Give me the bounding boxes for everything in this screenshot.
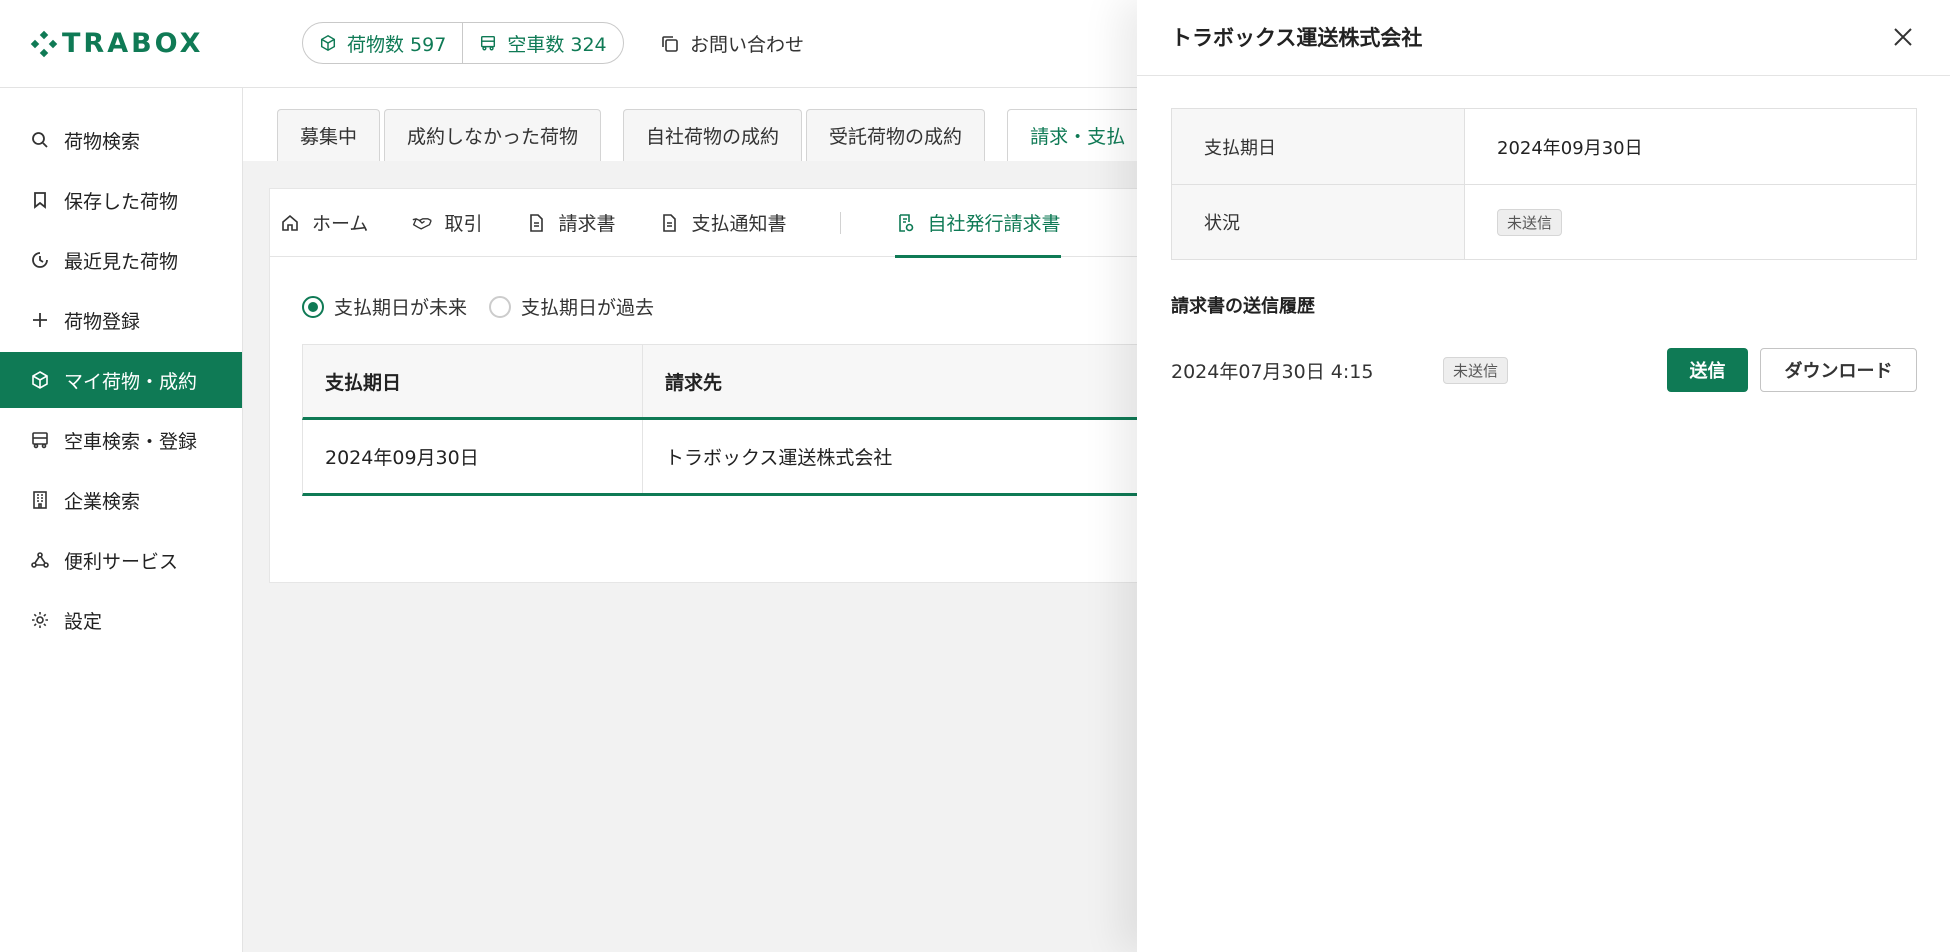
history-datetime: 2024年07月30日 4:15 xyxy=(1171,360,1374,383)
sidebar-item-cargo-register[interactable]: 荷物登録 xyxy=(0,292,242,348)
sidebar-item-label: マイ荷物・成約 xyxy=(64,370,198,393)
sidebar-item-recent-cargo[interactable]: 最近見た荷物 xyxy=(0,232,242,288)
detail-value: 2024年09月30日 xyxy=(1497,137,1643,159)
document-icon xyxy=(530,213,544,232)
cargo-count[interactable]: 荷物数 597 xyxy=(303,23,462,63)
sidebar-item-truck-search[interactable]: 空車検索・登録 xyxy=(0,412,242,468)
radio-label: 支払期日が過去 xyxy=(521,297,655,319)
close-icon[interactable] xyxy=(1890,24,1916,50)
invoice-check-icon xyxy=(899,213,914,232)
drawer-header: トラボックス運送株式会社 xyxy=(1137,0,1950,76)
availability-counts: 荷物数 597 空車数 324 xyxy=(302,22,624,64)
truck-icon xyxy=(481,35,496,51)
tab-own-cargo-contracts[interactable]: 自社荷物の成約 xyxy=(623,109,803,161)
truck-icon xyxy=(32,432,48,449)
status-badge: 未送信 xyxy=(1497,208,1563,236)
sidebar-item-label: 荷物検索 xyxy=(64,130,141,153)
history-item: 2024年07月30日 4:15 未送信 送信 ダウンロード xyxy=(1171,348,1917,392)
building-icon xyxy=(33,491,47,509)
sidebar-item-label: 荷物登録 xyxy=(64,310,141,333)
radio-due-past[interactable]: 支払期日が過去 xyxy=(489,293,654,320)
subnav-divider xyxy=(840,211,842,234)
drawer-title: トラボックス運送株式会社 xyxy=(1171,26,1423,50)
sidebar-item-saved-cargo[interactable]: 保存した荷物 xyxy=(0,172,242,228)
history-icon xyxy=(32,252,48,268)
bookmark-icon xyxy=(34,192,46,209)
sidebar-item-label: 空車検索・登録 xyxy=(64,430,198,453)
sidebar-item-label: 便利サービス xyxy=(64,550,179,573)
subnav-home[interactable]: ホーム xyxy=(280,189,368,257)
handshake-icon xyxy=(413,217,433,230)
contact-link[interactable]: お問い合わせ xyxy=(660,30,804,57)
sidebar-item-cargo-search[interactable]: 荷物検索 xyxy=(0,112,242,168)
radio-due-future[interactable]: 支払期日が未来 xyxy=(302,293,467,320)
sidebar-item-services[interactable]: 便利サービス xyxy=(0,532,242,588)
sidebar: 荷物検索 保存した荷物 最近見た荷物 荷物登録 マイ荷物・成約 空車検索・登録 … xyxy=(0,88,243,952)
sidebar-item-label: 保存した荷物 xyxy=(64,190,179,213)
subnav-label: 支払通知書 xyxy=(691,213,787,235)
logo-mark-icon xyxy=(30,30,58,57)
subnav-label: 自社発行請求書 xyxy=(927,213,1061,235)
status-badge: 未送信 xyxy=(1443,356,1509,384)
radio-label: 支払期日が未来 xyxy=(334,297,468,319)
gear-icon xyxy=(32,612,48,628)
tab-consigned-contracts[interactable]: 受託荷物の成約 xyxy=(806,109,986,161)
column-header-due-date[interactable]: 支払期日 xyxy=(303,345,643,417)
subnav-transactions[interactable]: 取引 xyxy=(412,189,482,257)
download-button[interactable]: ダウンロード xyxy=(1760,348,1917,392)
radio-selected-icon xyxy=(302,295,324,318)
sidebar-item-label: 設定 xyxy=(64,610,103,633)
detail-row-due-date: 支払期日 2024年09月30日 xyxy=(1172,109,1916,184)
plus-icon xyxy=(33,313,47,327)
tab-not-contracted[interactable]: 成約しなかった荷物 xyxy=(384,109,602,161)
sidebar-item-settings[interactable]: 設定 xyxy=(0,592,242,648)
invoice-detail-drawer: トラボックス運送株式会社 支払期日 2024年09月30日 状況 未送信 請求書… xyxy=(1137,0,1950,952)
detail-label: 状況 xyxy=(1172,185,1465,259)
subnav-label: 取引 xyxy=(444,213,483,235)
due-date-filter: 支払期日が未来 支払期日が過去 xyxy=(302,293,654,320)
box-icon xyxy=(320,34,336,52)
send-button[interactable]: 送信 xyxy=(1667,348,1748,392)
logo-text: TRABOX xyxy=(62,28,204,59)
history-heading: 請求書の送信履歴 xyxy=(1171,296,1315,317)
subnav-own-invoices[interactable]: 自社発行請求書 xyxy=(895,189,1061,258)
sidebar-item-label: 最近見た荷物 xyxy=(64,250,179,273)
invoice-detail-table: 支払期日 2024年09月30日 状況 未送信 xyxy=(1171,108,1917,260)
subnav-label: 請求書 xyxy=(558,213,616,235)
trabox-logo[interactable]: TRABOX xyxy=(30,28,204,59)
truck-count[interactable]: 空車数 324 xyxy=(462,23,622,63)
truck-count-label: 空車数 324 xyxy=(507,33,607,56)
detail-label: 支払期日 xyxy=(1172,109,1465,184)
copy-icon xyxy=(662,35,678,52)
detail-row-status: 状況 未送信 xyxy=(1172,184,1916,259)
network-icon xyxy=(31,552,49,568)
box-icon xyxy=(32,371,48,389)
tab-recruiting[interactable]: 募集中 xyxy=(277,109,381,161)
tab-billing-payment[interactable]: 請求・支払 xyxy=(1007,109,1149,161)
subnav-invoices[interactable]: 請求書 xyxy=(526,189,615,257)
subnav-payment-notices[interactable]: 支払通知書 xyxy=(659,189,786,257)
radio-unselected-icon xyxy=(489,295,512,318)
document-icon xyxy=(663,213,677,232)
cell-due-date: 2024年09月30日 xyxy=(303,420,643,493)
subnav-label: ホーム xyxy=(312,213,369,235)
sidebar-item-my-cargo[interactable]: マイ荷物・成約 xyxy=(0,352,242,408)
cargo-count-label: 荷物数 597 xyxy=(347,33,447,56)
home-icon xyxy=(282,214,298,231)
sidebar-item-company-search[interactable]: 企業検索 xyxy=(0,472,242,528)
sidebar-item-label: 企業検索 xyxy=(64,490,141,513)
contact-label: お問い合わせ xyxy=(690,34,805,56)
search-icon xyxy=(32,132,48,148)
